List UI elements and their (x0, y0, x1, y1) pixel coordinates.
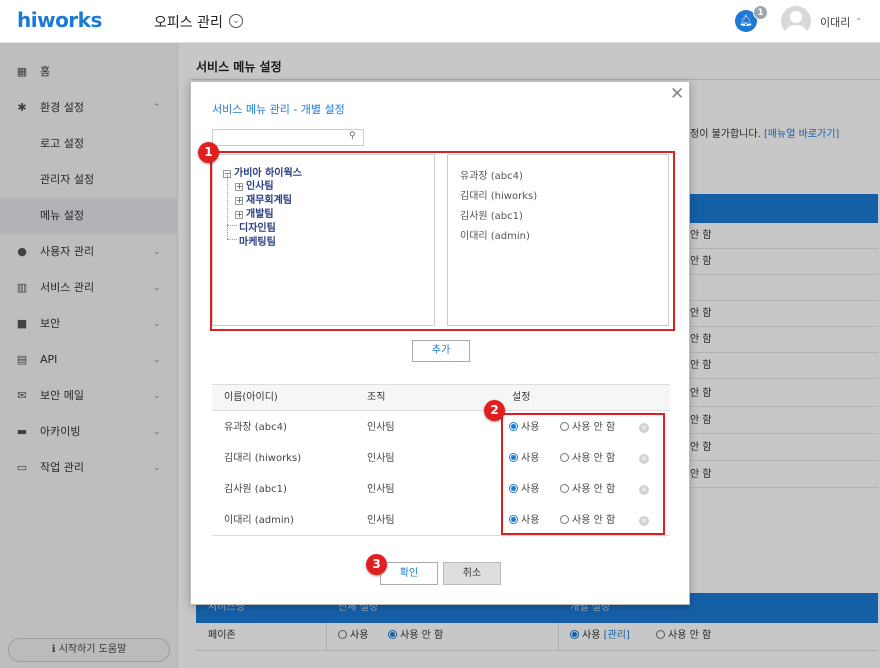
user-name-cell: 이대리 (admin) (224, 515, 294, 526)
tree-node-marketing[interactable]: 마케팅팀 (239, 233, 276, 248)
org-cell: 인사팀 (367, 453, 395, 464)
user-list-panel: 유과장 (abc4) 김대리 (hiworks) 김사원 (abc1) 이대리 … (447, 154, 669, 326)
avatar[interactable] (781, 6, 811, 36)
highlight-box-2 (501, 413, 665, 535)
table-bottom-border (212, 535, 670, 536)
modal-title: 서비스 메뉴 관리 - 개별 설정 (212, 103, 345, 116)
user-name[interactable]: 이대리 (820, 14, 850, 30)
org-search-input[interactable] (215, 131, 345, 144)
cancel-button[interactable]: 취소 (443, 562, 501, 585)
user-name-cell: 유과장 (abc4) (224, 422, 287, 433)
column-header: 조직 (367, 392, 386, 403)
tree-node-finance[interactable]: + 재무회계팀 (235, 191, 292, 206)
user-name-cell: 김사원 (abc1) (224, 484, 287, 495)
org-tree-panel: − 가비아 하이웍스 + 인사팀 + 재무회계팀 + 개발팀 디자인팀 마케팅팀 (212, 154, 435, 326)
step-marker-2: 2 (484, 400, 505, 421)
org-cell: 인사팀 (367, 484, 395, 495)
chevron-down-icon[interactable]: ⌄ (855, 13, 863, 23)
org-search-field[interactable]: ⚲ (212, 129, 364, 146)
tree-connector (227, 225, 237, 226)
tree-node-design[interactable]: 디자인팀 (239, 219, 276, 234)
tree-node-dev[interactable]: + 개발팀 (235, 205, 274, 220)
office-title[interactable]: 오피스 관리 (154, 12, 223, 32)
expand-icon[interactable]: + (235, 197, 243, 205)
tree-connector (227, 239, 237, 240)
column-header: 이름(아이디) (224, 392, 278, 403)
notification-badge: 1 (753, 5, 768, 20)
settings-table-header: 이름(아이디) 조직 설정 (212, 384, 670, 411)
step-marker-1: 1 (198, 142, 219, 163)
hiworks-logo[interactable]: hiworks (17, 8, 102, 32)
list-item[interactable]: 김사원 (abc1) (460, 207, 523, 222)
org-cell: 인사팀 (367, 422, 395, 433)
step-marker-3: 3 (366, 554, 387, 575)
column-header: 설정 (512, 392, 531, 403)
list-item[interactable]: 유과장 (abc4) (460, 167, 523, 182)
tree-connector (227, 175, 228, 239)
confirm-button[interactable]: 확인 (380, 562, 438, 585)
chevron-down-icon[interactable]: ⌄ (229, 14, 243, 28)
add-button[interactable]: 추가 (412, 340, 470, 362)
expand-icon[interactable]: + (235, 211, 243, 219)
top-header: hiworks 오피스 관리 ⌄ 🔔︎ 1 이대리 ⌄ (0, 0, 880, 43)
list-item[interactable]: 김대리 (hiworks) (460, 187, 537, 202)
expand-icon[interactable]: + (235, 183, 243, 191)
close-icon[interactable]: ✕ (670, 85, 684, 103)
user-name-cell: 김대리 (hiworks) (224, 453, 302, 464)
collapse-icon[interactable]: − (223, 170, 231, 178)
tree-node-hr[interactable]: + 인사팀 (235, 177, 274, 192)
individual-settings-modal: 서비스 메뉴 관리 - 개별 설정 ✕ ⚲ − 가비아 하이웍스 + 인사팀 + 재무… (190, 81, 690, 605)
tree-node-label: 마케팅팀 (239, 237, 276, 248)
org-cell: 인사팀 (367, 515, 395, 526)
search-icon[interactable]: ⚲ (349, 131, 356, 141)
list-item[interactable]: 이대리 (admin) (460, 227, 530, 242)
